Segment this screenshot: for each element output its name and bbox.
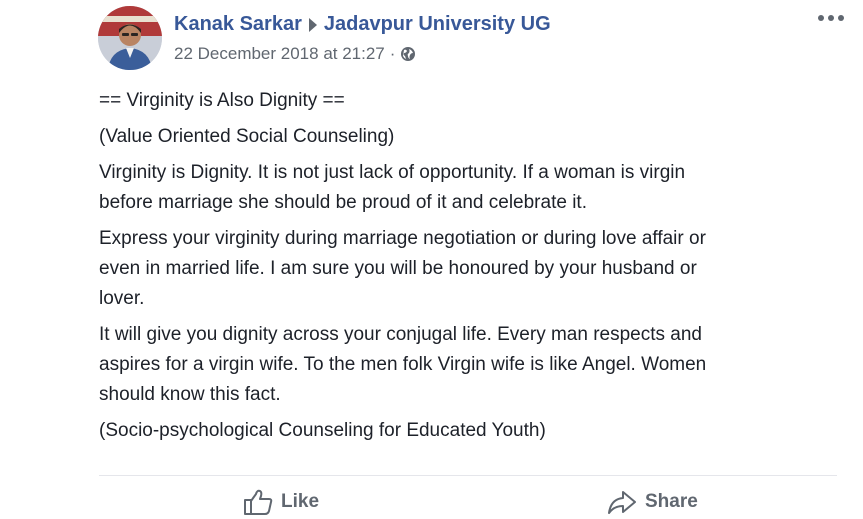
post-paragraph: Virginity is Dignity. It is not just lac… (99, 162, 686, 213)
actions-divider (99, 475, 837, 476)
like-button[interactable]: Like (243, 489, 319, 515)
post-meta: 22 December 2018 at 21:27 · (174, 44, 416, 64)
author-name-link[interactable]: Kanak Sarkar (174, 13, 302, 36)
share-button[interactable]: Share (607, 489, 698, 515)
globe-icon[interactable] (400, 46, 416, 62)
avatar-image (98, 6, 162, 70)
group-name-link[interactable]: Jadavpur University UG (324, 13, 551, 36)
thumbs-up-icon (244, 489, 273, 515)
post-body: == Virginity is Also Dignity == (Value O… (99, 86, 819, 452)
share-label: Share (645, 491, 698, 512)
author-avatar[interactable] (98, 6, 162, 70)
like-label: Like (281, 491, 320, 512)
share-arrow-icon (608, 491, 636, 514)
post-paragraph-subtitle: (Value Oriented Social Counseling) (99, 126, 395, 147)
post-header: Kanak Sarkar Jadavpur University UG (174, 13, 551, 36)
post-paragraph-footer: (Socio-psychological Counseling for Educ… (99, 420, 546, 441)
post-paragraph-title: == Virginity is Also Dignity == (99, 90, 345, 111)
post-paragraph: It will give you dignity across your con… (99, 324, 707, 405)
post-timestamp-link[interactable]: 22 December 2018 at 21:27 (174, 44, 385, 64)
more-options-icon (818, 15, 844, 21)
post-paragraph: Express your virginity during marriage n… (99, 228, 706, 309)
facebook-post: Kanak Sarkar Jadavpur University UG 22 D… (0, 0, 863, 519)
more-options-button[interactable] (814, 8, 848, 28)
shared-to-arrow-icon (308, 17, 317, 32)
meta-separator: · (389, 44, 396, 63)
